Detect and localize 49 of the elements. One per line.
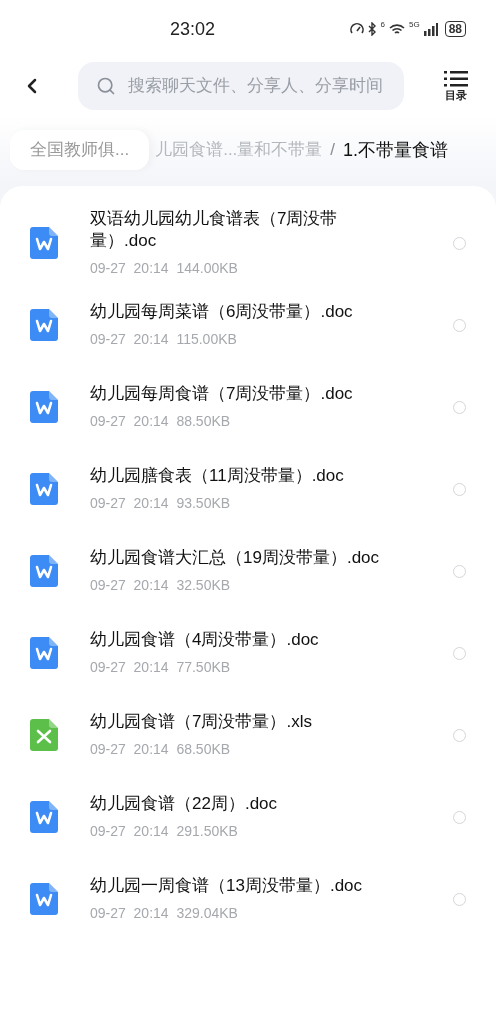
document-file-icon bbox=[30, 473, 58, 505]
file-name: 幼儿园每周食谱（7周没带量）.doc bbox=[90, 382, 354, 405]
document-file-icon bbox=[30, 309, 58, 341]
file-meta: 09-27 20:14 144.00KB bbox=[90, 258, 239, 278]
speed-icon bbox=[349, 22, 364, 36]
file-name: 幼儿园每周菜谱（6周没带量）.doc bbox=[90, 300, 354, 323]
file-meta: 09-27 20:14 32.50KB bbox=[90, 575, 232, 595]
file-row[interactable]: 幼儿园食谱（7周没带量）.xls 09-27 20:14 68.50KB bbox=[0, 694, 496, 776]
wifi-icon bbox=[388, 22, 405, 36]
document-file-icon bbox=[30, 555, 58, 587]
battery-level: 88 bbox=[444, 21, 466, 37]
document-file-icon bbox=[30, 883, 58, 915]
breadcrumb-separator: / bbox=[330, 139, 336, 162]
file-meta: 09-27 20:14 329.04KB bbox=[90, 903, 239, 923]
file-row[interactable]: 幼儿园每周食谱（7周没带量）.doc 09-27 20:14 88.50KB bbox=[0, 366, 496, 448]
catalog-button[interactable]: 目录 bbox=[444, 71, 468, 101]
wifi-band-label: 6 bbox=[380, 19, 385, 31]
bluetooth-icon bbox=[367, 22, 377, 36]
file-name: 幼儿园膳食表（11周没带量）.doc bbox=[90, 464, 345, 487]
signal-icon bbox=[423, 22, 438, 36]
file-meta: 09-27 20:14 291.50KB bbox=[90, 821, 239, 841]
file-row[interactable]: 幼儿园食谱（22周）.doc 09-27 20:14 291.50KB bbox=[0, 776, 496, 858]
document-file-icon bbox=[30, 227, 58, 259]
file-row[interactable]: 幼儿园食谱大汇总（19周没带量）.doc 09-27 20:14 32.50KB bbox=[0, 530, 496, 612]
file-meta: 09-27 20:14 68.50KB bbox=[90, 739, 232, 759]
breadcrumb-current: 1.不带量食谱 bbox=[343, 138, 449, 162]
file-name: 双语幼儿园幼儿食谱表（7周没带量）.doc bbox=[90, 207, 339, 252]
file-name: 幼儿园食谱（7周没带量）.xls bbox=[90, 710, 313, 733]
search-field[interactable]: 搜索聊天文件、分享人、分享时间 bbox=[78, 62, 404, 110]
document-file-icon bbox=[30, 801, 58, 833]
file-row[interactable]: 双语幼儿园幼儿食谱表（7周没带量）.doc 09-27 20:14 144.00KB bbox=[0, 202, 496, 284]
file-meta: 09-27 20:14 115.00KB bbox=[90, 329, 238, 349]
file-row[interactable]: 幼儿园膳食表（11周没带量）.doc 09-27 20:14 93.50KB bbox=[0, 448, 496, 530]
document-file-icon bbox=[30, 637, 58, 669]
file-row[interactable]: 幼儿园食谱（4周没带量）.doc 09-27 20:14 77.50KB bbox=[0, 612, 496, 694]
document-file-icon bbox=[30, 391, 58, 423]
file-name: 幼儿园一周食谱（13周没带量）.doc bbox=[90, 874, 364, 897]
clock: 23:02 bbox=[170, 17, 216, 41]
file-row[interactable]: 幼儿园一周食谱（13周没带量）.doc 09-27 20:14 329.04KB bbox=[0, 858, 496, 940]
file-meta: 09-27 20:14 88.50KB bbox=[90, 411, 232, 431]
file-meta: 09-27 20:14 77.50KB bbox=[90, 657, 232, 677]
search-icon bbox=[96, 76, 116, 96]
spreadsheet-file-icon bbox=[30, 719, 58, 751]
file-name: 幼儿园食谱大汇总（19周没带量）.doc bbox=[90, 546, 380, 569]
file-row[interactable]: 幼儿园每周菜谱（6周没带量）.doc 09-27 20:14 115.00KB bbox=[0, 284, 496, 366]
file-meta: 09-27 20:14 93.50KB bbox=[90, 493, 232, 513]
file-name: 幼儿园食谱（22周）.doc bbox=[90, 792, 279, 815]
file-name: 幼儿园食谱（4周没带量）.doc bbox=[90, 628, 320, 651]
network-label: 5G bbox=[408, 19, 420, 31]
